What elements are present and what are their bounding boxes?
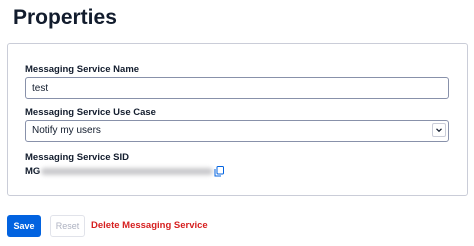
sid-redacted bbox=[41, 168, 213, 175]
chevron-down-icon bbox=[432, 123, 446, 137]
service-name-input[interactable] bbox=[25, 77, 449, 99]
delete-service-button[interactable]: Delete Messaging Service bbox=[91, 215, 208, 237]
sid-value: MG bbox=[25, 166, 41, 177]
properties-panel: Messaging Service Name Messaging Service… bbox=[7, 43, 468, 196]
sid-label: Messaging Service SID bbox=[25, 152, 130, 163]
service-name-label: Messaging Service Name bbox=[25, 64, 140, 75]
reset-button[interactable]: Reset bbox=[50, 215, 85, 237]
save-button[interactable]: Save bbox=[7, 215, 41, 237]
use-case-select[interactable]: Notify my users bbox=[25, 120, 449, 142]
copy-icon[interactable] bbox=[214, 166, 224, 177]
page-title: Properties bbox=[13, 6, 117, 29]
use-case-label: Messaging Service Use Case bbox=[25, 107, 156, 118]
use-case-selected-value: Notify my users bbox=[25, 120, 449, 142]
